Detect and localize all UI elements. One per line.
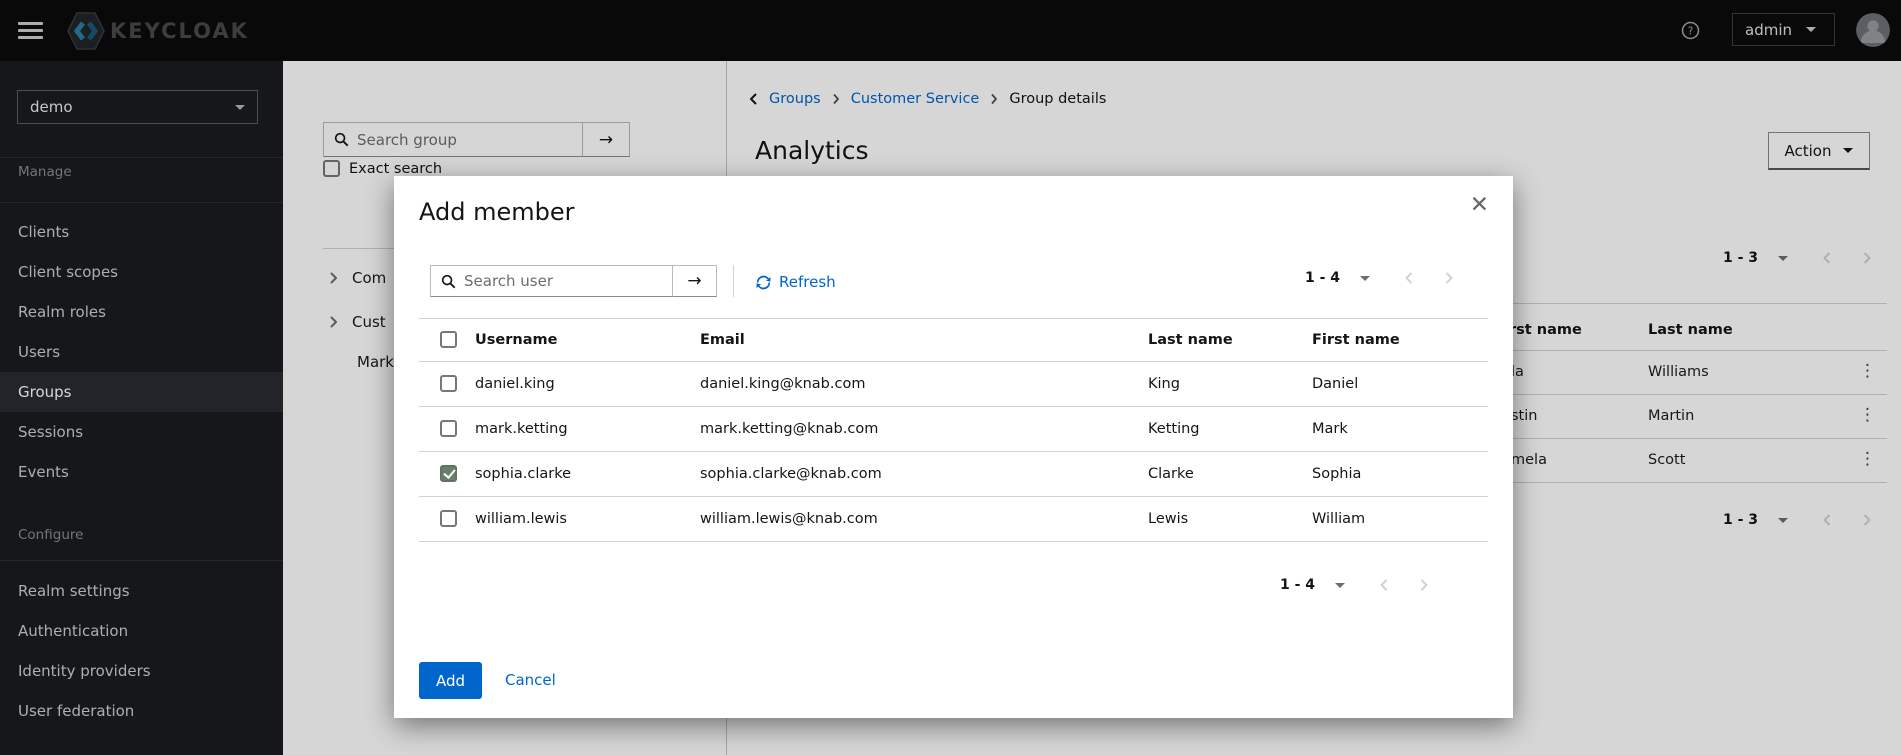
username-cell: daniel.king (475, 376, 555, 392)
username-cell: mark.ketting (475, 421, 568, 437)
pagination-range[interactable]: 1 - 4 (1305, 270, 1340, 286)
email-cell: daniel.king@knab.com (700, 376, 865, 392)
chevron-left-icon[interactable] (1404, 271, 1414, 285)
chevron-right-icon[interactable] (1444, 271, 1454, 285)
search-icon (441, 274, 456, 289)
caret-down-icon[interactable] (1360, 276, 1370, 281)
modal-pagination-bottom: 1 - 4 (1280, 577, 1429, 593)
user-row: william.lewis william.lewis@knab.com Lew… (419, 497, 1488, 542)
username-cell: william.lewis (475, 511, 567, 527)
select-all-checkbox[interactable] (440, 331, 457, 348)
last-name-cell: King (1148, 376, 1180, 392)
user-row: sophia.clarke sophia.clarke@knab.com Cla… (419, 452, 1488, 497)
user-table-header: Username Email Last name First name (419, 318, 1488, 362)
refresh-icon (756, 275, 771, 290)
row-checkbox[interactable] (440, 375, 457, 392)
modal-pagination-top: 1 - 4 (1305, 270, 1454, 286)
chevron-left-icon[interactable] (1379, 578, 1389, 592)
email-header: Email (700, 332, 745, 348)
row-checkbox[interactable] (440, 420, 457, 437)
email-cell: sophia.clarke@knab.com (700, 466, 882, 482)
cancel-button[interactable]: Cancel (505, 671, 556, 689)
add-button[interactable]: Add (419, 662, 482, 699)
last-name-cell: Clarke (1148, 466, 1194, 482)
first-name-cell: Mark (1312, 421, 1348, 437)
last-name-cell: Lewis (1148, 511, 1188, 527)
refresh-button[interactable]: Refresh (756, 273, 836, 291)
first-name-cell: Sophia (1312, 466, 1361, 482)
first-name-header: First name (1312, 332, 1400, 348)
row-checkbox[interactable] (440, 465, 457, 482)
modal-title: Add member (419, 198, 574, 226)
arrow-right-icon: → (687, 271, 701, 291)
user-search-input[interactable] (464, 272, 662, 290)
username-header: Username (475, 332, 557, 348)
row-checkbox[interactable] (440, 510, 457, 527)
caret-down-icon[interactable] (1335, 583, 1345, 588)
last-name-cell: Ketting (1148, 421, 1200, 437)
user-row: mark.ketting mark.ketting@knab.com Ketti… (419, 407, 1488, 452)
email-cell: mark.ketting@knab.com (700, 421, 878, 437)
add-member-modal: Add member ✕ → Refresh 1 - 4 (394, 176, 1513, 718)
first-name-cell: William (1312, 511, 1365, 527)
divider (733, 265, 734, 297)
email-cell: william.lewis@knab.com (700, 511, 878, 527)
user-search-submit-button[interactable]: → (673, 265, 717, 297)
username-cell: sophia.clarke (475, 466, 571, 482)
close-icon[interactable]: ✕ (1470, 194, 1489, 217)
last-name-header: Last name (1148, 332, 1233, 348)
chevron-right-icon[interactable] (1419, 578, 1429, 592)
pagination-range[interactable]: 1 - 4 (1280, 577, 1315, 593)
refresh-label: Refresh (779, 273, 836, 291)
user-row: daniel.king daniel.king@knab.com King Da… (419, 362, 1488, 407)
keycloak-admin-console: KEYCLOAK ? admin demo Manage Clients Cli… (0, 0, 1901, 755)
first-name-cell: Daniel (1312, 376, 1358, 392)
user-search: → (430, 265, 717, 300)
